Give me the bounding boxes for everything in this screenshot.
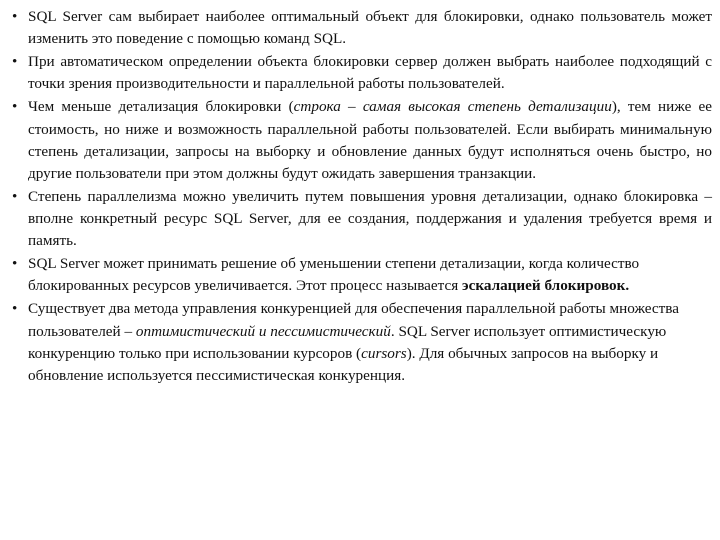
text-run: SQL Server сам выбирает наиболее оптимал…: [28, 8, 712, 48]
bullet-concurrency-methods: • Существует два метода управления конкур…: [8, 298, 712, 386]
text-run: Чем меньше детализация блокировки (: [28, 98, 294, 116]
emphasis-italic: cursors: [361, 344, 407, 362]
bullet-automatic-determination: • При автоматическом определении объекта …: [8, 51, 712, 95]
bullet-parallelism-resources: • Степень параллелизма можно увеличить пу…: [8, 186, 712, 252]
slide-canvas: • SQL Server сам выбирает наиболее оптима…: [0, 0, 720, 540]
bullet-text: SQL Server сам выбирает наиболее оптимал…: [28, 6, 712, 50]
bullet-text: Чем меньше детализация блокировки (строк…: [28, 96, 712, 184]
bullet-text: При автоматическом определении объекта б…: [28, 51, 712, 95]
bullet-point-icon: •: [12, 255, 18, 273]
text-run: При автоматическом определении объекта б…: [28, 53, 712, 93]
bullet-point-icon: •: [12, 300, 18, 318]
bullet-lock-escalation: • SQL Server может принимать решение об у…: [8, 253, 712, 297]
bullet-granularity-cost: • Чем меньше детализация блокировки (стро…: [8, 96, 712, 184]
bullet-point-icon: •: [12, 98, 18, 116]
bullet-text: Существует два метода управления конкуре…: [28, 298, 712, 386]
bullet-point-icon: •: [12, 8, 18, 25]
bullet-point-icon: •: [12, 187, 18, 205]
text-run: Степень параллелизма можно увеличить пут…: [28, 187, 712, 250]
bullet-point-icon: •: [12, 53, 18, 71]
emphasis-italic: оптимистический и пессимистический: [135, 322, 391, 340]
emphasis-bold: эскалацией блокировок.: [462, 277, 630, 295]
bullet-list: • SQL Server сам выбирает наиболее оптима…: [8, 6, 712, 387]
bullet-lock-object-choice: • SQL Server сам выбирает наиболее оптима…: [8, 6, 712, 50]
bullet-text: Степень параллелизма можно увеличить пут…: [28, 186, 712, 252]
bullet-text: SQL Server может принимать решение об ум…: [28, 253, 712, 297]
emphasis-italic: строка – самая высокая степень детализац…: [293, 98, 612, 116]
